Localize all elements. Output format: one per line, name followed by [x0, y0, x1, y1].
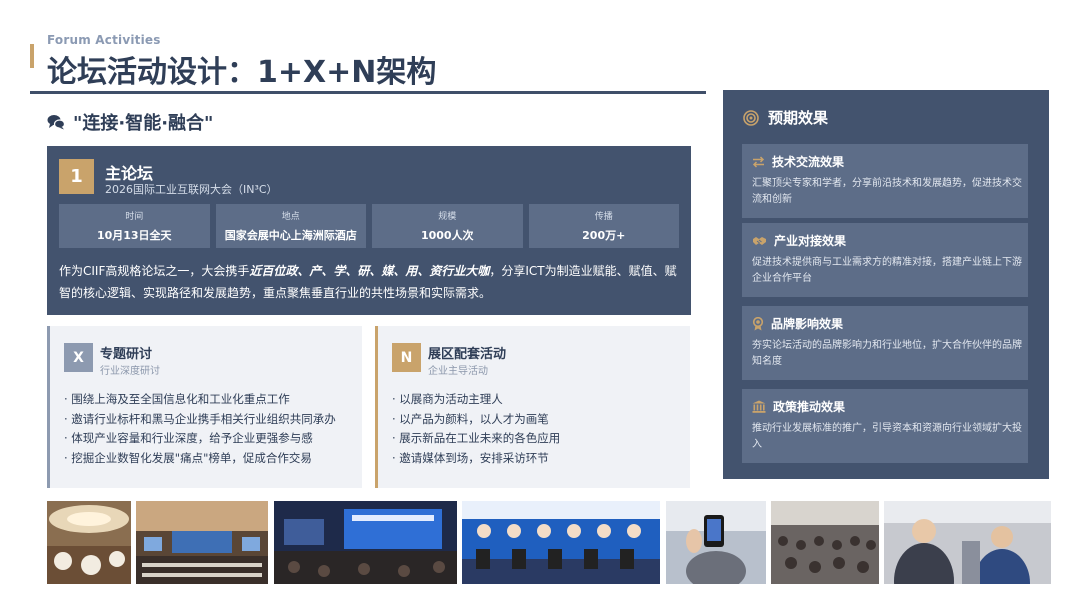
title-divider [30, 91, 706, 94]
slogan: "连接·智能·融合" [47, 110, 213, 134]
effects-header: 预期效果 [743, 107, 828, 128]
x-card-title: 专题研讨 [100, 347, 153, 362]
stat-venue: 地点 国家会展中心上海洲际酒店 [215, 204, 366, 248]
stat-value: 200万+ [582, 229, 626, 242]
event-photo-attendees [884, 501, 1051, 584]
chat-bubbles-icon [47, 115, 65, 130]
list-item: · 邀请媒体到场，安排采访环节 [392, 450, 549, 465]
n-card-subtitle: 企业主导活动 [428, 366, 488, 377]
stat-label: 时间 [125, 212, 144, 222]
event-photo-audience-phone [666, 501, 766, 584]
x-badge: X [64, 343, 93, 372]
exchange-arrows-icon [752, 155, 765, 168]
n-card-title: 展区配套活动 [428, 347, 507, 362]
effect-card-policy: 政策推动效果 推动行业发展标准的推广，引导资本和资源向行业领域扩大投入 [742, 389, 1028, 463]
effect-head: 品牌影响效果 [752, 315, 843, 332]
event-photo-conference-room [136, 501, 268, 584]
list-item: · 以产品为颜料，以人才为画笔 [392, 411, 549, 426]
list-item: · 围绕上海及至全国信息化和工业化重点工作 [64, 392, 290, 406]
effect-head: 技术交流效果 [752, 153, 844, 170]
stat-value: 10月13日全天 [96, 229, 172, 242]
list-item: · 以展商为活动主理人 [392, 392, 503, 406]
event-photo-main-stage [274, 501, 457, 584]
main-forum-stats: 时间 10月13日全天 地点 国家会展中心上海洲际酒店 规模 1000人次 传播… [59, 204, 679, 248]
effect-card-industry: 产业对接效果 促进技术提供商与工业需求方的精准对接，搭建产业链上下游企业合作平台 [742, 223, 1028, 297]
stat-label: 传播 [594, 212, 613, 222]
effect-title: 品牌影响效果 [771, 317, 844, 331]
government-building-icon [752, 400, 766, 413]
event-photo-audience-hall [771, 501, 879, 584]
main-forum-panel: 1 主论坛 2026国际工业互联网大会（IN³C） 时间 10月13日全天 地点… [47, 146, 691, 315]
event-photo-venue-hall [47, 501, 131, 584]
expected-effects-panel: 预期效果 技术交流效果 汇聚顶尖专家和学者，分享前沿技术和发展趋势，促进技术交流… [723, 90, 1049, 479]
main-forum-description: 作为CIIF高规格论坛之一，大会携手近百位政、产、学、研、媒、用、资行业大咖，分… [59, 260, 683, 304]
effect-title: 技术交流效果 [772, 155, 845, 169]
main-forum-number-badge: 1 [59, 159, 94, 194]
handshake-icon [753, 236, 766, 245]
award-icon [752, 316, 764, 330]
effect-head: 政策推动效果 [752, 398, 845, 415]
event-photo-panel-discussion [462, 501, 660, 584]
effect-description: 促进技术提供商与工业需求方的精准对接，搭建产业链上下游企业合作平台 [752, 257, 1022, 284]
stat-reach: 传播 200万+ [528, 204, 679, 248]
effects-title: 预期效果 [768, 109, 829, 127]
english-subtitle: Forum Activities [47, 33, 161, 47]
stat-label: 地点 [281, 212, 300, 222]
main-forum-subtitle: 2026国际工业互联网大会（IN³C） [105, 183, 278, 196]
effect-title: 产业对接效果 [774, 234, 847, 248]
x-card-list: · 围绕上海及至全国信息化和工业化重点工作 · 邀请行业标杆和黑马企业携手相关行… [64, 390, 336, 468]
description-text: 作为CIIF高规格论坛之一，大会携手 [59, 264, 250, 278]
effect-card-tech: 技术交流效果 汇聚顶尖专家和学者，分享前沿技术和发展趋势，促进技术交流和创新 [742, 144, 1028, 218]
title-accent-bar [30, 44, 34, 68]
stat-time: 时间 10月13日全天 [59, 204, 210, 248]
effect-card-brand: 品牌影响效果 夯实论坛活动的品牌影响力和行业地位，扩大合作伙伴的品牌知名度 [742, 306, 1028, 380]
slogan-text: "连接·智能·融合" [73, 113, 214, 134]
effect-description: 夯实论坛活动的品牌影响力和行业地位，扩大合作伙伴的品牌知名度 [752, 340, 1022, 367]
x-card-subtitle: 行业深度研讨 [100, 366, 160, 377]
n-card-list: · 以展商为活动主理人 · 以产品为颜料，以人才为画笔 · 展示新品在工业未来的… [392, 390, 560, 468]
description-emphasis: 近百位政、产、学、研、媒、用、资行业大咖 [249, 264, 490, 278]
list-item: · 挖掘企业数智化发展"痛点"榜单，促成合作交易 [64, 450, 312, 465]
list-item: · 展示新品在工业未来的各色应用 [392, 431, 561, 445]
stat-scale: 规模 1000人次 [372, 204, 523, 248]
list-item: · 邀请行业标杆和黑马企业携手相关行业组织共同承办 [64, 411, 336, 426]
stat-value: 1000人次 [420, 229, 474, 242]
n-exhibit-card: N 展区配套活动 企业主导活动 · 以展商为活动主理人 · 以产品为颜料，以人才… [375, 326, 690, 488]
stat-label: 规模 [438, 212, 457, 222]
page-title: 论坛活动设计：1+X+N架构 [47, 55, 437, 90]
n-badge: N [392, 343, 421, 372]
effect-title: 政策推动效果 [773, 400, 846, 414]
effect-description: 汇聚顶尖专家和学者，分享前沿技术和发展趋势，促进技术交流和创新 [752, 178, 1022, 205]
list-item: · 体现产业容量和行业深度，给予企业更强参与感 [64, 431, 313, 445]
target-icon [743, 109, 759, 126]
x-topic-card: X 专题研讨 行业深度研讨 · 围绕上海及至全国信息化和工业化重点工作 · 邀请… [47, 326, 362, 488]
effect-description: 推动行业发展标准的推广，引导资本和资源向行业领域扩大投入 [752, 423, 1022, 450]
effect-head: 产业对接效果 [752, 232, 846, 249]
stat-value: 国家会展中心上海洲际酒店 [224, 229, 357, 242]
